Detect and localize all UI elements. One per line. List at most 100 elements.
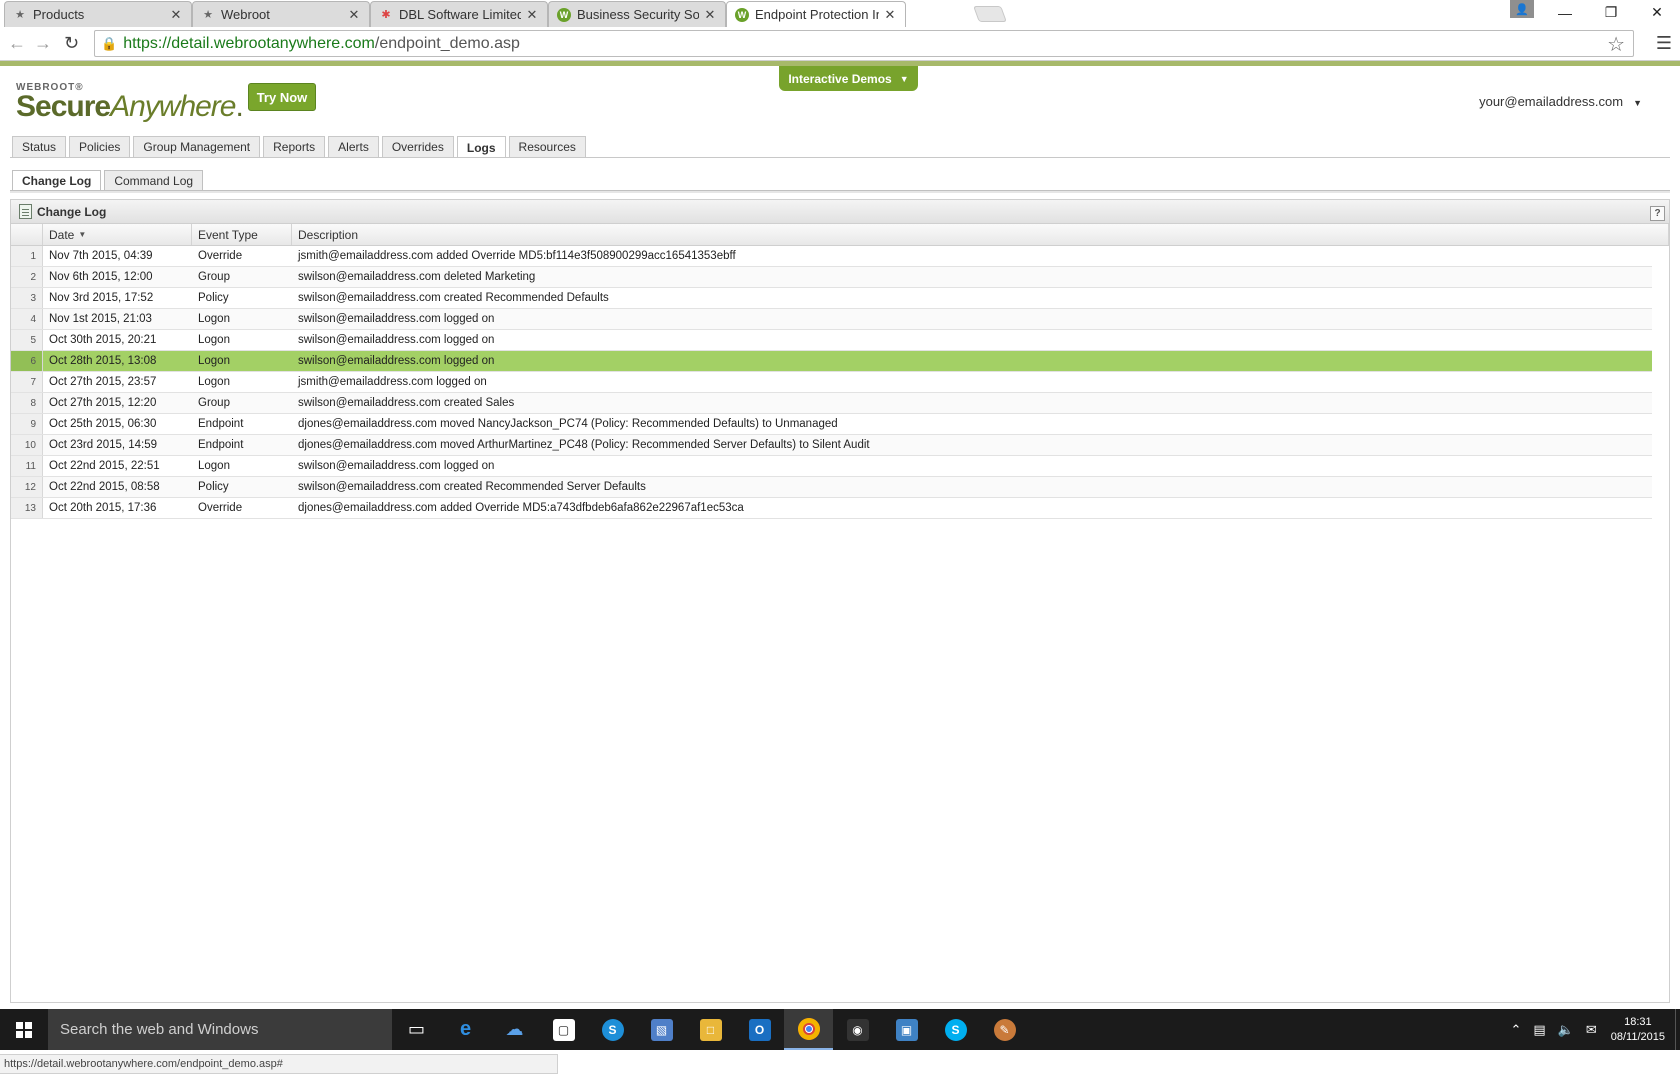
chrome-icon[interactable]	[784, 1009, 833, 1050]
cell-description: swilson@emailaddress.com logged on	[298, 355, 495, 367]
browser-tab[interactable]: ✱ DBL Software Limited - Ac ✕	[370, 1, 548, 27]
store-icon[interactable]: ▢	[539, 1009, 588, 1050]
action-center-icon[interactable]: ✉	[1586, 1022, 1597, 1038]
browser-tab[interactable]: W Business Security Solution ✕	[548, 1, 726, 27]
network-computer-icon[interactable]: ▧	[637, 1009, 686, 1050]
chrome-menu-icon[interactable]: ☰	[1656, 33, 1672, 54]
paint-icon[interactable]: ✎	[980, 1009, 1029, 1050]
cell-description: swilson@emailaddress.com logged on	[298, 334, 495, 346]
forward-arrow-icon[interactable]: →	[34, 33, 52, 54]
cell-description: swilson@emailaddress.com logged on	[298, 313, 495, 325]
tab-reports[interactable]: Reports	[263, 136, 326, 157]
tab-alerts[interactable]: Alerts	[328, 136, 379, 157]
table-row[interactable]: 9 Oct 25th 2015, 06:30 Endpoint djones@emai…	[11, 414, 1652, 435]
cell-description: djones@emailaddress.com moved ArthurMart…	[298, 439, 870, 451]
row-number-header	[11, 224, 43, 245]
address-bar[interactable]: 🔒 https://detail.webrootanywhere.com/end…	[94, 30, 1634, 57]
log-document-icon	[19, 204, 32, 219]
browser-tab-title: DBL Software Limited - Ac	[399, 7, 521, 22]
task-view-icon[interactable]: ▭	[392, 1009, 441, 1050]
cell-event-type: Policy	[198, 481, 229, 493]
profile-icon[interactable]: 👤	[1510, 0, 1534, 18]
table-row[interactable]: 4 Nov 1st 2015, 21:03 Logon swilson@emailad…	[11, 309, 1652, 330]
try-now-button[interactable]: Try Now	[248, 83, 316, 111]
restore-button[interactable]: ❐	[1588, 0, 1634, 25]
network-icon[interactable]: ▤	[1533, 1022, 1545, 1038]
panel-title: Change Log	[37, 204, 107, 219]
browser-tab[interactable]: ★ Webroot ✕	[192, 1, 370, 27]
subtab-command-log[interactable]: Command Log	[104, 170, 204, 190]
tab-status[interactable]: Status	[12, 136, 67, 157]
column-header-date[interactable]: Date ▼	[43, 224, 192, 245]
table-row[interactable]: 13 Oct 20th 2015, 17:36 Override djones@ema…	[11, 498, 1652, 519]
webroot-favicon-icon: W	[557, 7, 571, 22]
logo-anywhere: Anywhere	[110, 90, 236, 123]
column-header-event-type[interactable]: Event Type	[192, 224, 292, 245]
cell-description: swilson@emailaddress.com logged on	[298, 460, 495, 472]
browser-tab[interactable]: W Endpoint Protection Intera ✕	[726, 1, 906, 27]
table-row[interactable]: 3 Nov 3rd 2015, 17:52 Policy swilson@emaila…	[11, 288, 1652, 309]
file-explorer-icon[interactable]: □	[686, 1009, 735, 1050]
table-row[interactable]: 5 Oct 30th 2015, 20:21 Logon swilson@emaila…	[11, 330, 1652, 351]
minimize-button[interactable]: —	[1542, 0, 1588, 25]
cell-event-type: Logon	[198, 376, 230, 388]
row-number: 4	[11, 309, 43, 329]
tray-chevron-up-icon[interactable]: ⌃	[1510, 1022, 1521, 1038]
edge-browser-icon[interactable]: e	[441, 1009, 490, 1050]
close-tab-icon[interactable]: ✕	[525, 7, 539, 23]
cell-event-type: Group	[198, 271, 230, 283]
skype-business-icon[interactable]: S	[588, 1009, 637, 1050]
interactive-demos-button[interactable]: Interactive Demos ▼	[779, 66, 918, 91]
close-tab-icon[interactable]: ✕	[703, 7, 717, 23]
tab-logs[interactable]: Logs	[456, 136, 506, 158]
row-number: 6	[11, 351, 43, 371]
table-row[interactable]: 12 Oct 22nd 2015, 08:58 Policy swilson@emai…	[11, 477, 1652, 498]
help-icon[interactable]: ?	[1650, 206, 1665, 221]
cell-description: jsmith@emailaddress.com logged on	[298, 376, 487, 388]
skype-icon[interactable]: S	[931, 1009, 980, 1050]
panel-header: Change Log ?	[11, 200, 1669, 224]
subtab-change-log[interactable]: Change Log	[12, 170, 102, 190]
show-desktop-button[interactable]	[1675, 1009, 1680, 1050]
volume-icon[interactable]: 🔈	[1558, 1022, 1574, 1038]
start-button[interactable]	[0, 1009, 48, 1050]
table-row[interactable]: 10 Oct 23rd 2015, 14:59 Endpoint djones@ema…	[11, 435, 1652, 456]
tab-resources[interactable]: Resources	[508, 136, 586, 157]
column-date-label: Date	[49, 227, 75, 242]
remote-desktop-icon[interactable]: ▣	[882, 1009, 931, 1050]
table-row[interactable]: 8 Oct 27th 2015, 12:20 Group swilson@emaila…	[11, 393, 1652, 414]
back-arrow-icon[interactable]: ←	[8, 33, 26, 54]
reload-icon[interactable]: ↻	[64, 33, 79, 54]
tab-group-management[interactable]: Group Management	[133, 136, 261, 157]
camera-app-icon[interactable]: ◉	[833, 1009, 882, 1050]
column-header-description[interactable]: Description	[292, 224, 1669, 245]
logo-secure: Secure	[16, 90, 111, 123]
tab-overrides[interactable]: Overrides	[381, 136, 454, 157]
row-number: 12	[11, 477, 43, 497]
close-window-button[interactable]: ✕	[1634, 0, 1680, 25]
taskbar-search-box[interactable]: Search the web and Windows	[48, 1009, 392, 1050]
table-row[interactable]: 7 Oct 27th 2015, 23:57 Logon jsmith@emailad…	[11, 372, 1652, 393]
row-number: 5	[11, 330, 43, 350]
table-row[interactable]: 11 Oct 22nd 2015, 22:51 Logon swilson@email…	[11, 456, 1652, 477]
table-row[interactable]: 1 Nov 7th 2015, 04:39 Override jsmith@email…	[11, 246, 1652, 267]
table-row[interactable]: 6 Oct 28th 2015, 13:08 Logon swilson@emaila…	[11, 351, 1652, 372]
browser-tab-title: Business Security Solution	[577, 7, 699, 22]
cell-event-type: Logon	[198, 313, 230, 325]
table-row[interactable]: 2 Nov 6th 2015, 12:00 Group swilson@emailad…	[11, 267, 1652, 288]
bookmark-star-icon[interactable]: ☆	[1607, 32, 1625, 57]
close-tab-icon[interactable]: ✕	[883, 7, 897, 23]
close-tab-icon[interactable]: ✕	[347, 7, 361, 23]
new-tab-button[interactable]	[973, 6, 1007, 22]
tab-policies[interactable]: Policies	[69, 136, 131, 157]
onedrive-icon[interactable]: ☁	[490, 1009, 539, 1050]
outlook-icon[interactable]: O	[735, 1009, 784, 1050]
browser-tab[interactable]: ★ Products ✕	[4, 1, 192, 27]
lock-icon: 🔒	[101, 35, 118, 51]
close-tab-icon[interactable]: ✕	[169, 7, 183, 23]
change-log-panel: Change Log ? Date ▼ Event Type Descriptio…	[10, 199, 1670, 1003]
taskbar-clock[interactable]: 18:31 08/11/2015	[1611, 1015, 1665, 1045]
row-number: 7	[11, 372, 43, 392]
account-menu[interactable]: your@emailaddress.com ▼	[1479, 94, 1642, 109]
webroot-logo: WEBROOT® SecureAnywhere.	[16, 82, 244, 123]
